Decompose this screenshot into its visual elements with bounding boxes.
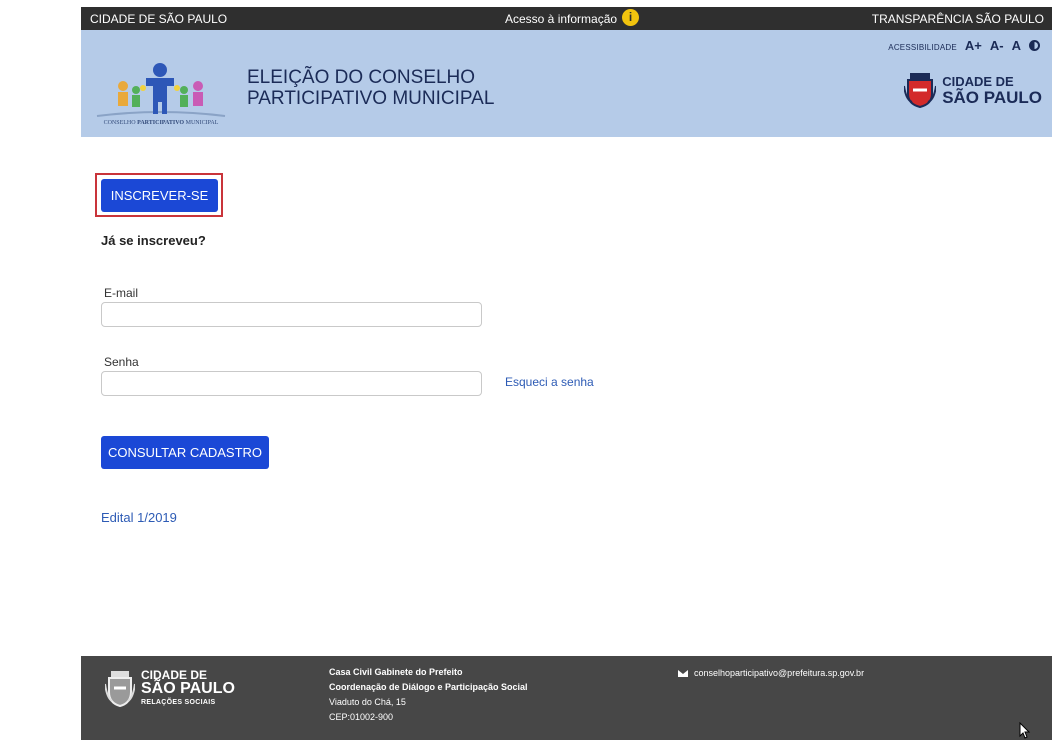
footer-email-address[interactable]: conselhoparticipativo@prefeitura.sp.gov.… bbox=[694, 668, 864, 678]
mouse-cursor-icon bbox=[1019, 722, 1031, 739]
footer-coat-of-arms-icon bbox=[105, 671, 135, 708]
password-field[interactable] bbox=[101, 371, 482, 396]
footer-address-line: CEP:01002-900 bbox=[329, 712, 394, 722]
font-decrease-button[interactable]: A- bbox=[990, 38, 1004, 53]
footer-address-line: Coordenação de Diálogo e Participação So… bbox=[329, 682, 528, 692]
signup-button[interactable]: INSCREVER-SE bbox=[101, 179, 218, 212]
city-logo-line2: SÃO PAULO bbox=[942, 88, 1042, 107]
council-logo-caption: CONSELHO PARTICIPATIVO MUNICIPAL bbox=[103, 120, 219, 126]
footer-address: Casa Civil Gabinete do Prefeito Coordena… bbox=[329, 665, 528, 725]
page-title-line1: ELEIÇÃO DO CONSELHO bbox=[247, 67, 476, 88]
city-logo[interactable]: CIDADE DE SÃO PAULO bbox=[904, 72, 1042, 108]
footer: CIDADE DE SÃO PAULO RELAÇÕES SOCIAIS Cas… bbox=[81, 656, 1052, 740]
font-normal-button[interactable]: A bbox=[1012, 38, 1021, 53]
consult-registration-button[interactable]: CONSULTAR CADASTRO bbox=[101, 436, 269, 469]
city-link[interactable]: CIDADE DE SÃO PAULO bbox=[90, 12, 227, 26]
access-info-link[interactable]: Acesso à informação i bbox=[505, 9, 640, 26]
coat-of-arms-icon bbox=[904, 73, 937, 108]
envelope-icon bbox=[678, 669, 688, 677]
people-logo-icon bbox=[96, 63, 226, 117]
access-info-label: Acesso à informação bbox=[505, 12, 618, 26]
contrast-icon[interactable] bbox=[1029, 40, 1040, 51]
forgot-password-link[interactable]: Esqueci a senha bbox=[505, 375, 594, 389]
edital-link[interactable]: Edital 1/2019 bbox=[101, 510, 177, 525]
page-title-line2: PARTICIPATIVO MUNICIPAL bbox=[247, 88, 495, 109]
footer-address-line: Casa Civil Gabinete do Prefeito bbox=[329, 667, 463, 677]
email-label: E-mail bbox=[104, 286, 139, 300]
accessibility-bar: ACESSIBILIDADE A+ A- A bbox=[888, 38, 1040, 53]
footer-address-line: Viaduto do Chá, 15 bbox=[329, 697, 406, 707]
header: ACESSIBILIDADE A+ A- A CONSELHO PARTICIP… bbox=[81, 30, 1052, 137]
email-field[interactable] bbox=[101, 302, 482, 327]
accessibility-label[interactable]: ACESSIBILIDADE bbox=[888, 43, 957, 52]
info-icon: i bbox=[622, 9, 640, 26]
footer-city-logo: CIDADE DE SÃO PAULO RELAÇÕES SOCIAIS bbox=[105, 668, 235, 710]
page-title: ELEIÇÃO DO CONSELHO PARTICIPATIVO MUNICI… bbox=[247, 67, 494, 109]
font-increase-button[interactable]: A+ bbox=[965, 38, 982, 53]
already-registered-heading: Já se inscreveu? bbox=[101, 233, 206, 248]
council-logo[interactable]: CONSELHO PARTICIPATIVO MUNICIPAL bbox=[91, 58, 231, 130]
transparency-link[interactable]: TRANSPARÊNCIA SÃO PAULO bbox=[872, 12, 1044, 26]
footer-logo-line2: SÃO PAULO bbox=[141, 680, 235, 697]
password-label: Senha bbox=[104, 355, 139, 369]
footer-email[interactable]: conselhoparticipativo@prefeitura.sp.gov.… bbox=[678, 668, 864, 678]
footer-logo-line3: RELAÇÕES SOCIAIS bbox=[141, 699, 216, 706]
top-bar: CIDADE DE SÃO PAULO Acesso à informação … bbox=[81, 7, 1052, 30]
